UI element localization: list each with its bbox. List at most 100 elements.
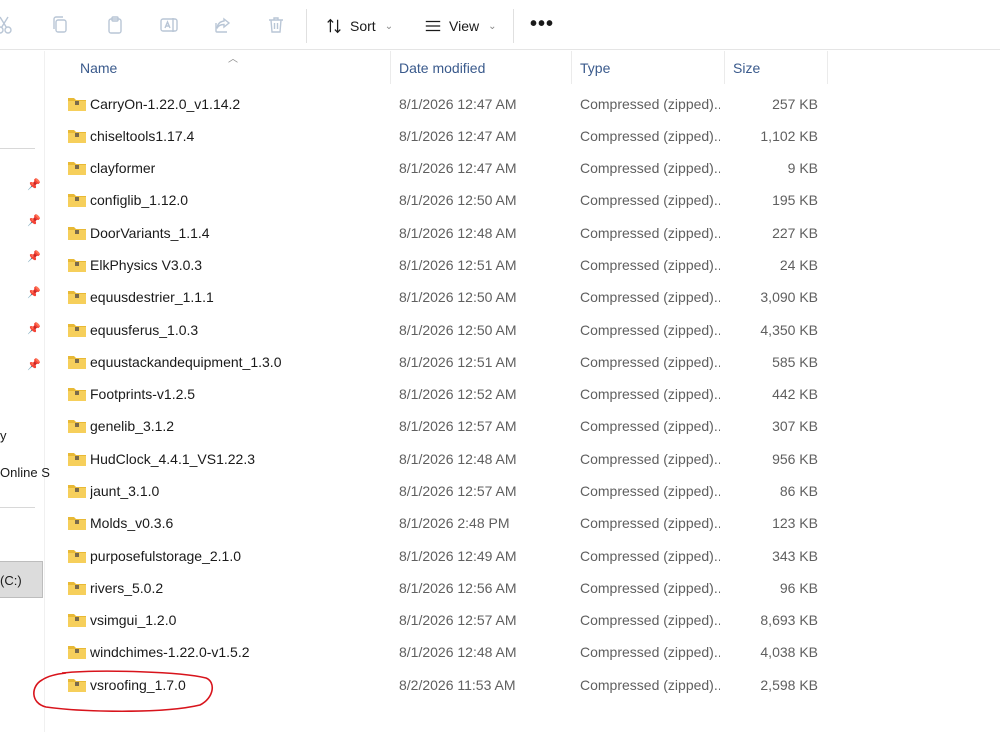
file-row[interactable]: purposefulstorage_2.1.0 8/1/2026 12:49 A… xyxy=(60,540,830,572)
rename-icon[interactable] xyxy=(157,13,181,37)
file-date: 8/1/2026 12:47 AM xyxy=(399,96,517,112)
file-size: 8,693 KB xyxy=(760,612,818,628)
more-options-button[interactable]: ••• xyxy=(530,14,554,34)
copy-icon[interactable] xyxy=(48,13,72,37)
file-row[interactable]: clayformer 8/1/2026 12:47 AM Compressed … xyxy=(60,152,830,184)
file-size: 2,598 KB xyxy=(760,677,818,693)
annotation-circle xyxy=(33,670,213,712)
file-row[interactable]: configlib_1.12.0 8/1/2026 12:50 AM Compr… xyxy=(60,184,830,216)
file-name: Footprints-v1.2.5 xyxy=(90,386,196,402)
file-name: equusdestrier_1.1.1 xyxy=(90,289,214,305)
delete-icon[interactable] xyxy=(264,13,288,37)
file-name: DoorVariants_1.1.4 xyxy=(90,225,210,241)
file-size: 4,350 KB xyxy=(760,322,818,338)
file-row[interactable]: chiseltools1.17.4 8/1/2026 12:47 AM Comp… xyxy=(60,120,830,152)
zip-folder-icon xyxy=(68,517,86,530)
file-date: 8/1/2026 12:48 AM xyxy=(399,644,517,660)
view-button[interactable]: View ⌄ xyxy=(424,13,496,39)
file-type: Compressed (zipped)... xyxy=(580,548,720,564)
pin-icon: 📌 xyxy=(27,251,41,263)
file-type: Compressed (zipped)... xyxy=(580,160,720,176)
column-header-type[interactable]: Type xyxy=(572,51,724,84)
file-row[interactable]: equustackandequipment_1.3.0 8/1/2026 12:… xyxy=(60,346,830,378)
file-row[interactable]: Molds_v0.3.6 8/1/2026 2:48 PM Compressed… xyxy=(60,507,830,539)
nav-drive-label: (C:) xyxy=(0,573,22,588)
pin-icon: 📌 xyxy=(27,323,41,335)
nav-item-onedrive[interactable]: Online S xyxy=(0,465,50,480)
file-type: Compressed (zipped)... xyxy=(580,322,720,338)
column-header-date[interactable]: Date modified xyxy=(391,51,571,84)
zip-folder-icon xyxy=(68,646,86,659)
file-name: HudClock_4.4.1_VS1.22.3 xyxy=(90,451,255,467)
sort-button[interactable]: Sort ⌄ xyxy=(325,13,393,39)
zip-folder-icon xyxy=(68,420,86,433)
file-row[interactable]: HudClock_4.4.1_VS1.22.3 8/1/2026 12:48 A… xyxy=(60,443,830,475)
zip-folder-icon xyxy=(68,291,86,304)
file-row[interactable]: CarryOn-1.22.0_v1.14.2 8/1/2026 12:47 AM… xyxy=(60,88,830,120)
nav-item-local-disk[interactable]: (C:) xyxy=(0,561,43,598)
column-header-size[interactable]: Size xyxy=(725,51,827,84)
toolbar-divider xyxy=(513,9,514,43)
file-size: 195 KB xyxy=(772,192,818,208)
zip-folder-icon xyxy=(68,582,86,595)
file-type: Compressed (zipped)... xyxy=(580,644,720,660)
column-header-type-label: Type xyxy=(580,59,611,76)
file-date: 8/1/2026 12:48 AM xyxy=(399,225,517,241)
pin-icon: 📌 xyxy=(27,287,41,299)
cut-icon[interactable] xyxy=(0,13,16,37)
file-explorer-window: Sort ⌄ View ⌄ ••• 📌 📌 📌 📌 📌 📌 y Online S… xyxy=(0,0,1000,732)
file-date: 8/1/2026 12:57 AM xyxy=(399,483,517,499)
share-icon[interactable] xyxy=(211,13,235,37)
file-date: 8/1/2026 12:48 AM xyxy=(399,451,517,467)
file-size: 257 KB xyxy=(772,96,818,112)
file-name: vsimgui_1.2.0 xyxy=(90,612,177,628)
file-row[interactable]: equusdestrier_1.1.1 8/1/2026 12:50 AM Co… xyxy=(60,281,830,313)
file-row[interactable]: ElkPhysics V3.0.3 8/1/2026 12:51 AM Comp… xyxy=(60,249,830,281)
file-date: 8/1/2026 12:50 AM xyxy=(399,289,517,305)
nav-item-partial[interactable]: y xyxy=(0,428,7,443)
file-row[interactable]: Footprints-v1.2.5 8/1/2026 12:52 AM Comp… xyxy=(60,378,830,410)
file-size: 123 KB xyxy=(772,515,818,531)
file-name: CarryOn-1.22.0_v1.14.2 xyxy=(90,96,241,112)
zip-folder-icon xyxy=(68,356,86,369)
zip-folder-icon xyxy=(68,550,86,563)
file-size: 227 KB xyxy=(772,225,818,241)
nav-divider xyxy=(0,148,35,149)
file-date: 8/1/2026 12:47 AM xyxy=(399,128,517,144)
file-size: 307 KB xyxy=(772,418,818,434)
file-type: Compressed (zipped)... xyxy=(580,354,720,370)
command-bar: Sort ⌄ View ⌄ ••• xyxy=(0,0,1000,50)
file-row[interactable]: genelib_3.1.2 8/1/2026 12:57 AM Compress… xyxy=(60,410,830,442)
file-date: 8/1/2026 12:50 AM xyxy=(399,192,517,208)
file-size: 86 KB xyxy=(779,483,818,499)
file-date: 8/1/2026 2:48 PM xyxy=(399,515,510,531)
column-header-date-label: Date modified xyxy=(399,59,486,76)
chevron-down-icon: ⌄ xyxy=(384,20,394,32)
file-type: Compressed (zipped)... xyxy=(580,96,720,112)
file-date: 8/1/2026 12:52 AM xyxy=(399,386,517,402)
file-name: clayformer xyxy=(90,160,156,176)
file-row[interactable]: jaunt_3.1.0 8/1/2026 12:57 AM Compressed… xyxy=(60,475,830,507)
file-type: Compressed (zipped)... xyxy=(580,289,720,305)
file-type: Compressed (zipped)... xyxy=(580,225,720,241)
column-divider[interactable] xyxy=(827,51,828,84)
file-date: 8/1/2026 12:56 AM xyxy=(399,580,517,596)
file-type: Compressed (zipped)... xyxy=(580,677,720,693)
file-name: ElkPhysics V3.0.3 xyxy=(90,257,203,273)
zip-folder-icon xyxy=(68,259,86,272)
zip-folder-icon xyxy=(68,388,86,401)
file-row[interactable]: equusferus_1.0.3 8/1/2026 12:50 AM Compr… xyxy=(60,314,830,346)
nav-divider xyxy=(0,507,35,508)
file-date: 8/1/2026 12:50 AM xyxy=(399,322,517,338)
paste-icon[interactable] xyxy=(103,13,127,37)
file-type: Compressed (zipped)... xyxy=(580,515,720,531)
file-date: 8/1/2026 12:51 AM xyxy=(399,257,517,273)
column-header-name[interactable]: Name xyxy=(72,51,390,84)
file-row[interactable]: vsimgui_1.2.0 8/1/2026 12:57 AM Compress… xyxy=(60,604,830,636)
file-size: 3,090 KB xyxy=(760,289,818,305)
file-row[interactable]: rivers_5.0.2 8/1/2026 12:56 AM Compresse… xyxy=(60,572,830,604)
file-row[interactable]: DoorVariants_1.1.4 8/1/2026 12:48 AM Com… xyxy=(60,217,830,249)
file-row[interactable]: windchimes-1.22.0-v1.5.2 8/1/2026 12:48 … xyxy=(60,636,830,668)
pin-icon: 📌 xyxy=(27,179,41,191)
file-name: purposefulstorage_2.1.0 xyxy=(90,548,241,564)
